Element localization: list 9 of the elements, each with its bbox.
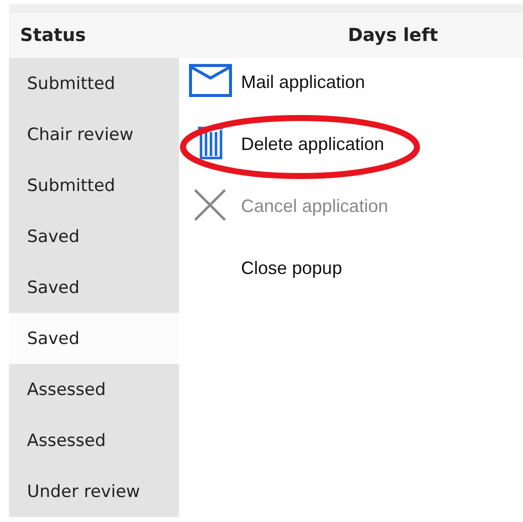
menu-item[interactable]: Mail application xyxy=(241,72,366,93)
envelope-icon xyxy=(188,64,232,97)
trash-icon xyxy=(195,126,225,160)
status-row[interactable]: Saved xyxy=(9,313,179,364)
close-icon xyxy=(193,188,227,222)
menu-item[interactable]: Close popup xyxy=(241,258,342,279)
menu-item[interactable]: Delete application xyxy=(241,134,384,155)
column-header: Status xyxy=(20,25,86,46)
column-header: Days left xyxy=(348,25,438,46)
